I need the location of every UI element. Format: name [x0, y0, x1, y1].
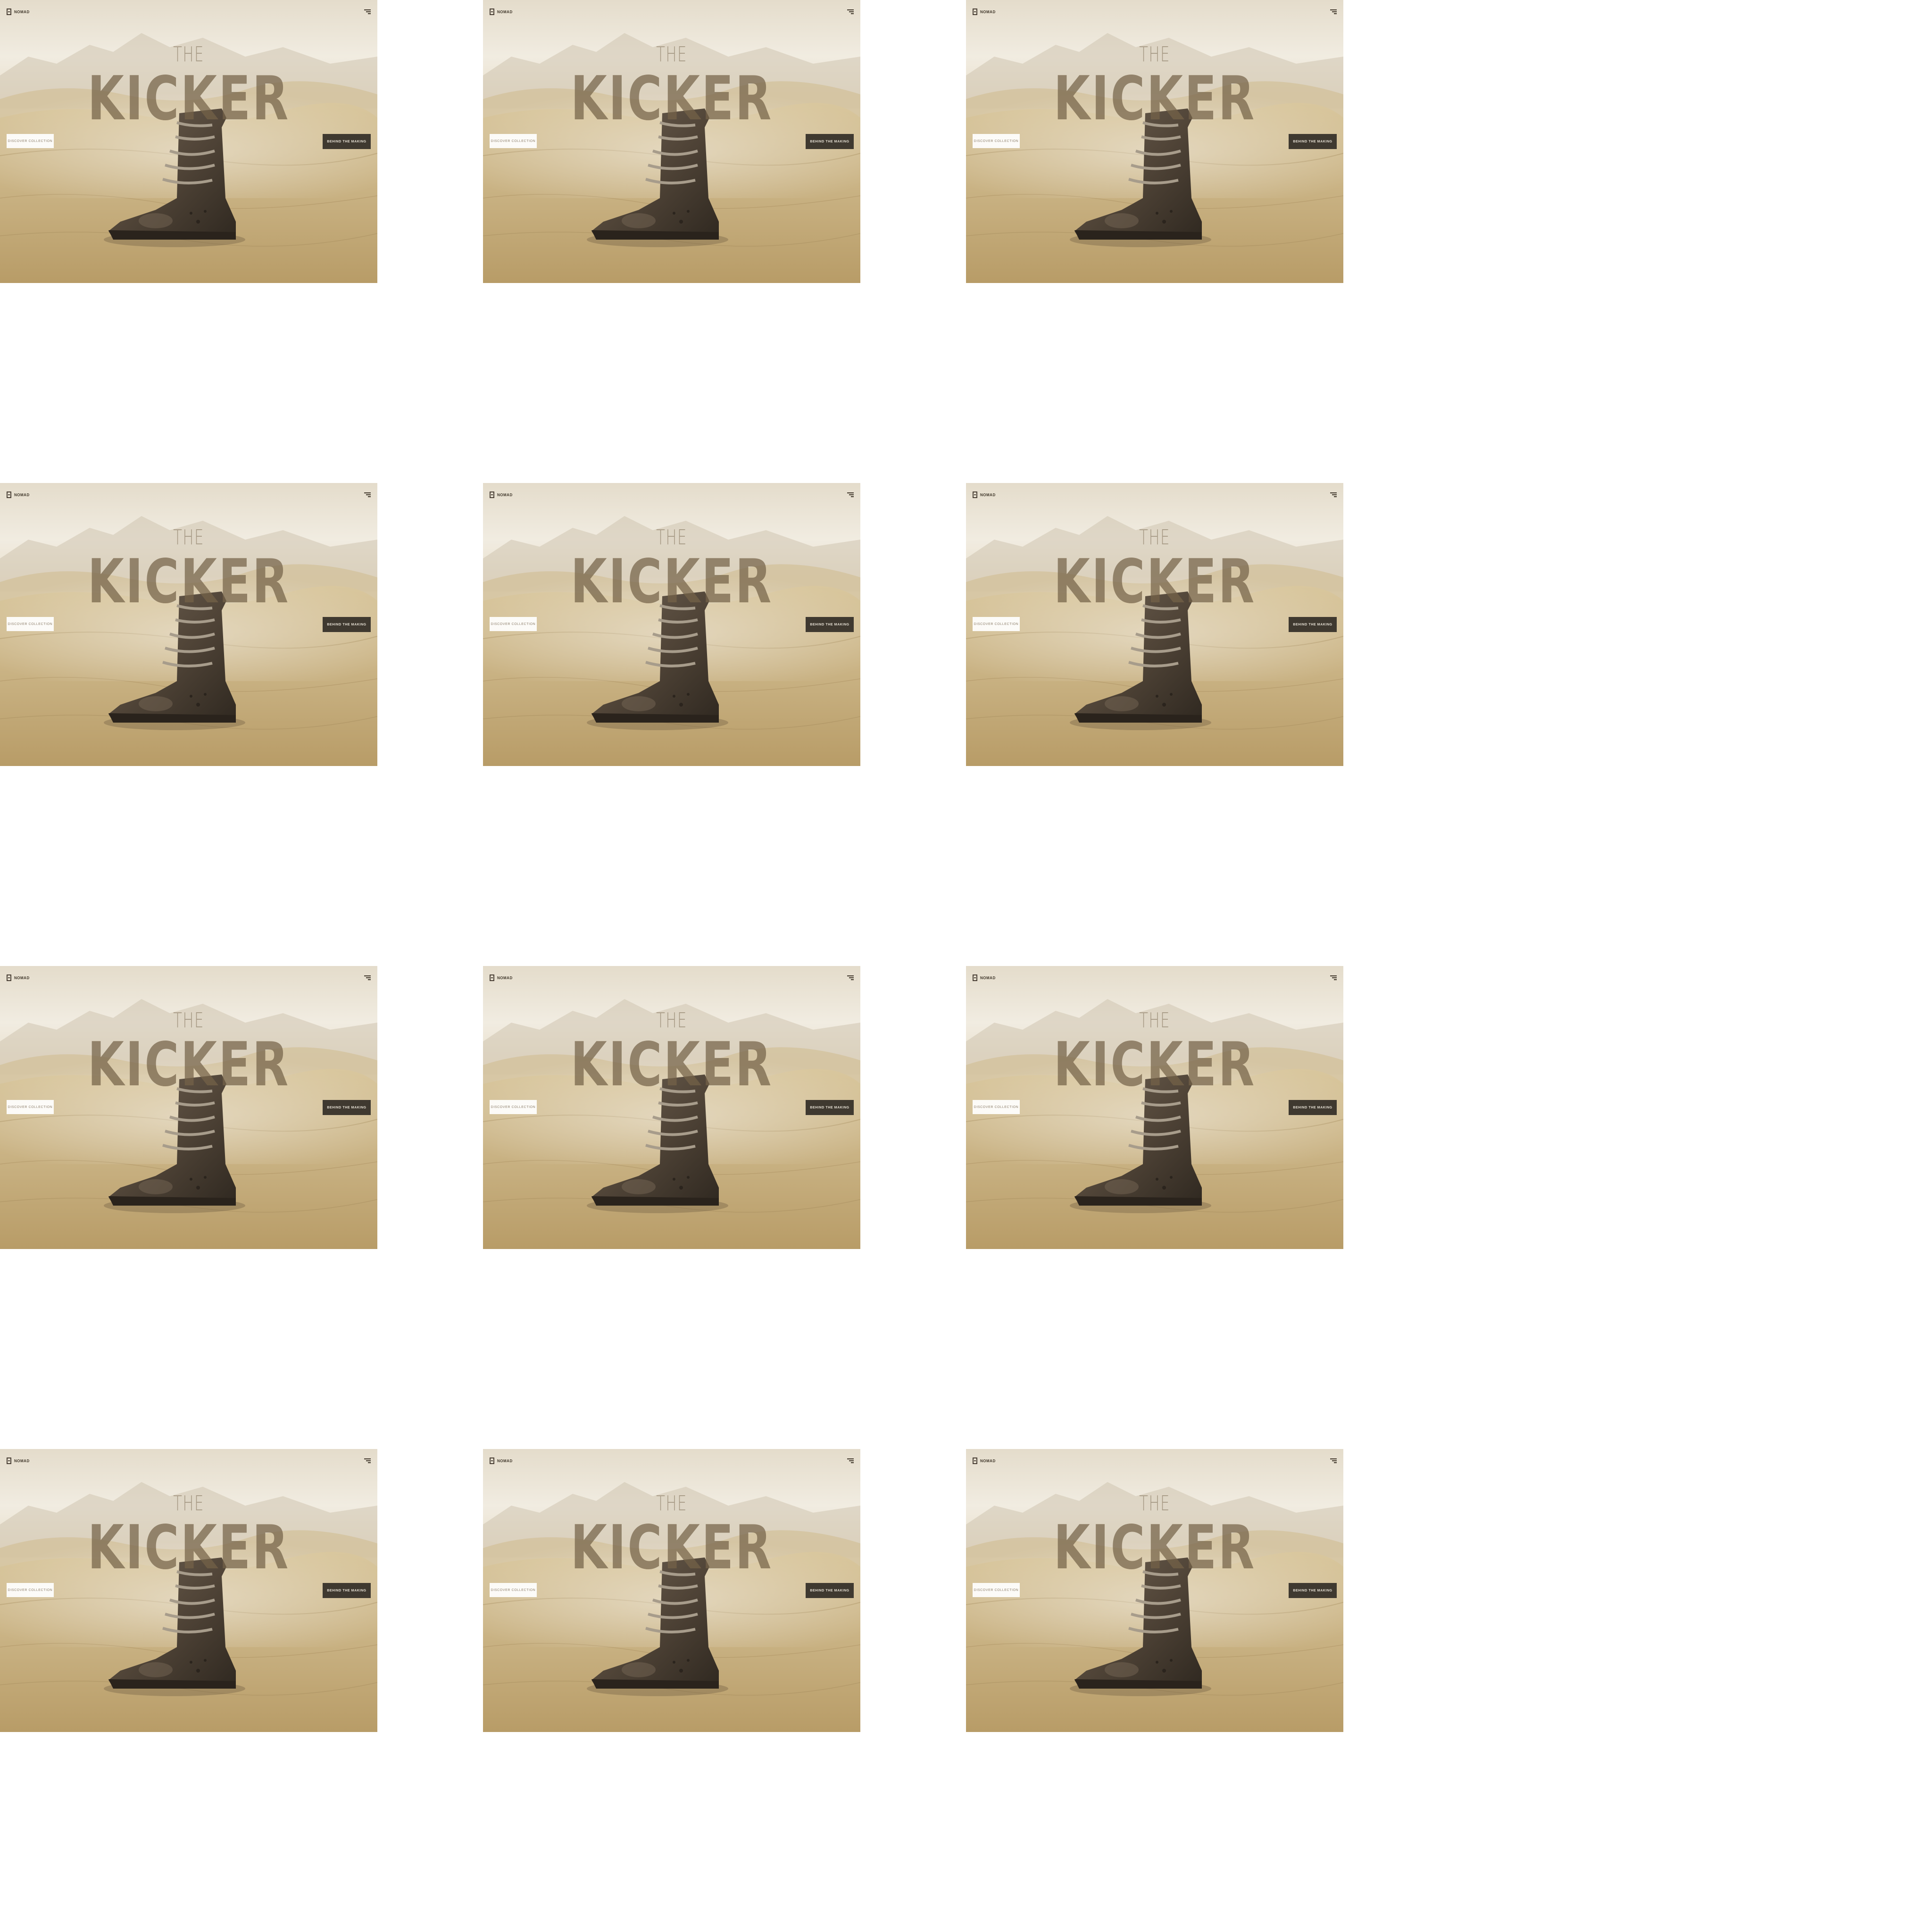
brand-name: NOMAD — [980, 492, 996, 497]
desert-boot-image — [483, 966, 860, 1249]
discover-collection-button[interactable]: DISCOVER COLLECTION — [973, 617, 1020, 631]
brand-name: NOMAD — [14, 492, 30, 497]
brand-logo-icon — [490, 974, 494, 981]
brand-name: NOMAD — [980, 975, 996, 980]
brand[interactable]: NOMAD — [973, 974, 996, 981]
discover-collection-button[interactable]: DISCOVER COLLECTION — [973, 1100, 1020, 1114]
brand-name: NOMAD — [980, 1458, 996, 1463]
discover-collection-button[interactable]: DISCOVER COLLECTION — [7, 1100, 54, 1114]
behind-the-making-button[interactable]: BEHIND THE MAKING — [806, 1100, 854, 1115]
behind-the-making-button[interactable]: BEHIND THE MAKING — [1289, 617, 1337, 632]
desert-boot-image — [966, 966, 1343, 1249]
brand-logo-icon — [7, 1457, 11, 1464]
desert-boot-image — [966, 0, 1343, 283]
menu-icon[interactable] — [364, 9, 371, 14]
menu-icon[interactable] — [847, 9, 854, 14]
screenshot-tile: THE KICKER NOMAD DISCOVER COLLECTION BEHI… — [483, 966, 860, 1249]
brand[interactable]: NOMAD — [973, 491, 996, 498]
discover-collection-button[interactable]: DISCOVER COLLECTION — [490, 617, 537, 631]
screenshot-tile: THE KICKER NOMAD DISCOVER COLLECTION BEHI… — [483, 483, 860, 766]
screenshot-tile: THE KICKER NOMAD DISCOVER COLLECTION BEHI… — [0, 1449, 377, 1732]
screenshot-tile: THE KICKER NOMAD DISCOVER COLLECTION BEHI… — [966, 0, 1343, 283]
desert-boot-image — [483, 0, 860, 283]
behind-the-making-button[interactable]: BEHIND THE MAKING — [806, 1583, 854, 1598]
screenshot-tile: THE KICKER NOMAD DISCOVER COLLECTION BEHI… — [966, 1449, 1343, 1732]
menu-icon[interactable] — [847, 975, 854, 980]
desert-boot-image — [0, 483, 377, 766]
desert-boot-image — [966, 483, 1343, 766]
behind-the-making-button[interactable]: BEHIND THE MAKING — [323, 1100, 371, 1115]
desert-boot-image — [483, 1449, 860, 1732]
menu-icon[interactable] — [1330, 975, 1337, 980]
brand-logo-icon — [7, 974, 11, 981]
brand-logo-icon — [490, 8, 494, 15]
discover-collection-button[interactable]: DISCOVER COLLECTION — [7, 617, 54, 631]
brand-name: NOMAD — [14, 9, 30, 14]
screenshot-tile: THE KICKER NOMAD DISCOVER COLLECTION BEHI… — [0, 483, 377, 766]
brand-logo-icon — [490, 1457, 494, 1464]
behind-the-making-button[interactable]: BEHIND THE MAKING — [1289, 1100, 1337, 1115]
discover-collection-button[interactable]: DISCOVER COLLECTION — [490, 1100, 537, 1114]
discover-collection-button[interactable]: DISCOVER COLLECTION — [973, 134, 1020, 148]
behind-the-making-button[interactable]: BEHIND THE MAKING — [323, 1583, 371, 1598]
brand-logo-icon — [973, 974, 977, 981]
screenshot-tile: THE KICKER NOMAD DISCOVER COLLECTION BEHI… — [483, 0, 860, 283]
brand-name: NOMAD — [14, 1458, 30, 1463]
brand[interactable]: NOMAD — [7, 974, 30, 981]
screenshot-tile: THE KICKER NOMAD DISCOVER COLLECTION BEHI… — [483, 1449, 860, 1732]
brand[interactable]: NOMAD — [490, 491, 513, 498]
desert-boot-image — [0, 1449, 377, 1732]
brand[interactable]: NOMAD — [7, 8, 30, 15]
desert-boot-image — [966, 1449, 1343, 1732]
menu-icon[interactable] — [847, 492, 854, 497]
behind-the-making-button[interactable]: BEHIND THE MAKING — [323, 134, 371, 149]
desert-boot-image — [0, 966, 377, 1249]
menu-icon[interactable] — [364, 1458, 371, 1463]
brand-logo-icon — [973, 8, 977, 15]
screenshot-tile: THE KICKER NOMAD DISCOVER COLLECTION BEHI… — [966, 483, 1343, 766]
brand[interactable]: NOMAD — [490, 8, 513, 15]
brand-logo-icon — [973, 1457, 977, 1464]
brand-logo-icon — [973, 491, 977, 498]
behind-the-making-button[interactable]: BEHIND THE MAKING — [1289, 134, 1337, 149]
menu-icon[interactable] — [1330, 492, 1337, 497]
brand[interactable]: NOMAD — [490, 1457, 513, 1464]
brand-name: NOMAD — [497, 492, 513, 497]
behind-the-making-button[interactable]: BEHIND THE MAKING — [806, 134, 854, 149]
brand-name: NOMAD — [497, 9, 513, 14]
discover-collection-button[interactable]: DISCOVER COLLECTION — [973, 1583, 1020, 1597]
desert-boot-image — [483, 483, 860, 766]
discover-collection-button[interactable]: DISCOVER COLLECTION — [7, 1583, 54, 1597]
brand-name: NOMAD — [497, 975, 513, 980]
menu-icon[interactable] — [847, 1458, 854, 1463]
brand-logo-icon — [7, 491, 11, 498]
menu-icon[interactable] — [1330, 9, 1337, 14]
brand[interactable]: NOMAD — [973, 1457, 996, 1464]
brand[interactable]: NOMAD — [490, 974, 513, 981]
brand-logo-icon — [7, 8, 11, 15]
brand-name: NOMAD — [497, 1458, 513, 1463]
collage-grid: THE KICKER NOMAD DISCOVER COLLECTION BEHI… — [0, 0, 1932, 1932]
screenshot-tile: THE KICKER NOMAD DISCOVER COLLECTION BEHI… — [966, 966, 1343, 1249]
brand[interactable]: NOMAD — [7, 1457, 30, 1464]
discover-collection-button[interactable]: DISCOVER COLLECTION — [490, 134, 537, 148]
behind-the-making-button[interactable]: BEHIND THE MAKING — [806, 617, 854, 632]
brand-name: NOMAD — [14, 975, 30, 980]
screenshot-tile: THE KICKER NOMAD DISCOVER COLLECTION BEHI… — [0, 0, 377, 283]
brand-logo-icon — [490, 491, 494, 498]
brand[interactable]: NOMAD — [973, 8, 996, 15]
behind-the-making-button[interactable]: BEHIND THE MAKING — [323, 617, 371, 632]
menu-icon[interactable] — [1330, 1458, 1337, 1463]
menu-icon[interactable] — [364, 975, 371, 980]
brand-name: NOMAD — [980, 9, 996, 14]
screenshot-tile: THE KICKER NOMAD DISCOVER COLLECTION BEHI… — [0, 966, 377, 1249]
desert-boot-image — [0, 0, 377, 283]
discover-collection-button[interactable]: DISCOVER COLLECTION — [490, 1583, 537, 1597]
brand[interactable]: NOMAD — [7, 491, 30, 498]
menu-icon[interactable] — [364, 492, 371, 497]
behind-the-making-button[interactable]: BEHIND THE MAKING — [1289, 1583, 1337, 1598]
discover-collection-button[interactable]: DISCOVER COLLECTION — [7, 134, 54, 148]
